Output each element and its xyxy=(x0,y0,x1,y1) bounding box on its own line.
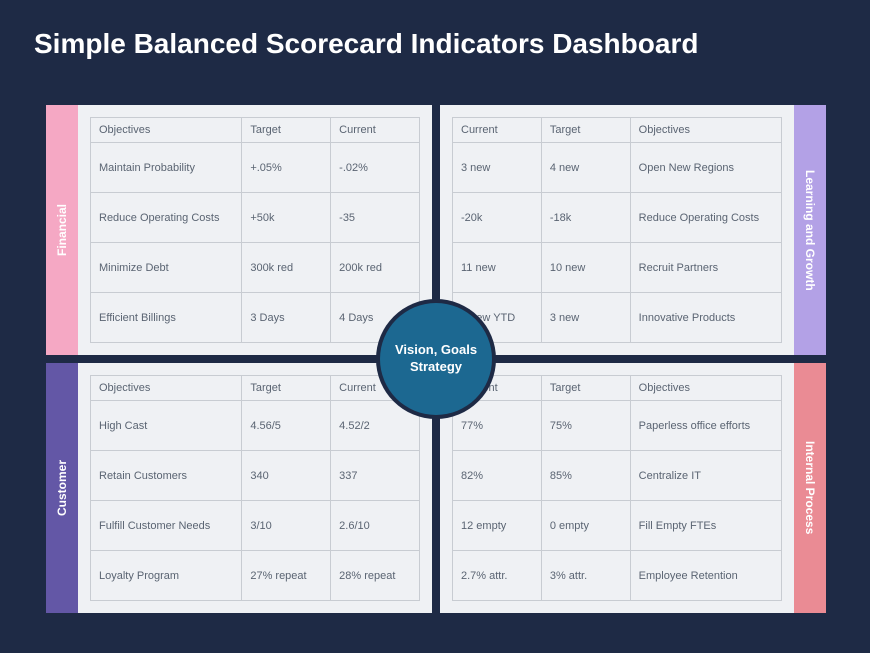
table-financial: Objectives Target Current Maintain Proba… xyxy=(90,117,420,343)
table-row: 11 new 10 new Recruit Partners xyxy=(453,243,782,293)
cell: Recruit Partners xyxy=(630,243,781,293)
cell: Centralize IT xyxy=(630,451,781,501)
table-wrap-financial: Objectives Target Current Maintain Proba… xyxy=(78,105,432,355)
cell: 3/10 xyxy=(242,501,331,551)
quad-financial: Financial Objectives Target Current Main… xyxy=(46,105,432,355)
cell: -18k xyxy=(541,193,630,243)
table-row: High Cast 4.56/5 4.52/2 xyxy=(91,401,420,451)
cell: Minimize Debt xyxy=(91,243,242,293)
cell: 3 new xyxy=(453,143,542,193)
cell: 75% xyxy=(541,401,630,451)
table-row: 82% 85% Centralize IT xyxy=(453,451,782,501)
cell: Fulfill Customer Needs xyxy=(91,501,242,551)
th: Target xyxy=(242,376,331,401)
cell: Innovative Products xyxy=(630,293,781,343)
table-row: 0 new YTD 3 new Innovative Products xyxy=(453,293,782,343)
table-row: Reduce Operating Costs +50k -35 xyxy=(91,193,420,243)
cell: Open New Regions xyxy=(630,143,781,193)
cell: High Cast xyxy=(91,401,242,451)
cell: 4 Days xyxy=(331,293,420,343)
th: Current xyxy=(331,376,420,401)
table-row: Loyalty Program 27% repeat 28% repeat xyxy=(91,551,420,601)
cell: 340 xyxy=(242,451,331,501)
tab-learning: Learning and Growth xyxy=(794,105,826,355)
cell: +50k xyxy=(242,193,331,243)
cell: 4.56/5 xyxy=(242,401,331,451)
th: Objectives xyxy=(91,118,242,143)
table-learning: Current Target Objectives 3 new 4 new Op… xyxy=(452,117,782,343)
cell: 77% xyxy=(453,401,542,451)
table-row: -20k -18k Reduce Operating Costs xyxy=(453,193,782,243)
th: Current xyxy=(453,376,542,401)
page-title: Simple Balanced Scorecard Indicators Das… xyxy=(34,28,698,60)
table-customer: Objectives Target Current High Cast 4.56… xyxy=(90,375,420,601)
th: Objectives xyxy=(91,376,242,401)
table-row: Minimize Debt 300k red 200k red xyxy=(91,243,420,293)
table-row: 3 new 4 new Open New Regions xyxy=(453,143,782,193)
cell: -20k xyxy=(453,193,542,243)
cell: 3 new xyxy=(541,293,630,343)
table-row: Maintain Probability +.05% -.02% xyxy=(91,143,420,193)
table-row: Retain Customers 340 337 xyxy=(91,451,420,501)
cell: Reduce Operating Costs xyxy=(630,193,781,243)
cell: 12 empty xyxy=(453,501,542,551)
cell: 4 new xyxy=(541,143,630,193)
th: Current xyxy=(453,118,542,143)
cell: Maintain Probability xyxy=(91,143,242,193)
cell: 28% repeat xyxy=(331,551,420,601)
table-wrap-learning: Current Target Objectives 3 new 4 new Op… xyxy=(440,105,794,355)
tab-financial: Financial xyxy=(46,105,78,355)
table-wrap-customer: Objectives Target Current High Cast 4.56… xyxy=(78,363,432,613)
cell: 11 new xyxy=(453,243,542,293)
quad-learning: Current Target Objectives 3 new 4 new Op… xyxy=(440,105,826,355)
cell: Employee Retention xyxy=(630,551,781,601)
cell: 10 new xyxy=(541,243,630,293)
table-internal: Current Target Objectives 77% 75% Paperl… xyxy=(452,375,782,601)
cell: 85% xyxy=(541,451,630,501)
cell: 27% repeat xyxy=(242,551,331,601)
tab-customer: Customer xyxy=(46,363,78,613)
cell: 0 empty xyxy=(541,501,630,551)
cell: +.05% xyxy=(242,143,331,193)
cell: 337 xyxy=(331,451,420,501)
th: Target xyxy=(541,118,630,143)
cell: Paperless office efforts xyxy=(630,401,781,451)
table-wrap-internal: Current Target Objectives 77% 75% Paperl… xyxy=(440,363,794,613)
cell: Efficient Billings xyxy=(91,293,242,343)
cell: 200k red xyxy=(331,243,420,293)
cell: 4.52/2 xyxy=(331,401,420,451)
th: Objectives xyxy=(630,376,781,401)
table-row: 77% 75% Paperless office efforts xyxy=(453,401,782,451)
cell: -35 xyxy=(331,193,420,243)
cell: 300k red xyxy=(242,243,331,293)
table-row: Efficient Billings 3 Days 4 Days xyxy=(91,293,420,343)
cell: -.02% xyxy=(331,143,420,193)
cell: 2.7% attr. xyxy=(453,551,542,601)
quad-internal: Current Target Objectives 77% 75% Paperl… xyxy=(440,363,826,613)
cell: Fill Empty FTEs xyxy=(630,501,781,551)
th: Target xyxy=(541,376,630,401)
tab-internal: Internal Process xyxy=(794,363,826,613)
th: Current xyxy=(331,118,420,143)
cell: 3% attr. xyxy=(541,551,630,601)
cell: 2.6/10 xyxy=(331,501,420,551)
scorecard-grid: Financial Objectives Target Current Main… xyxy=(46,105,826,613)
table-row: Fulfill Customer Needs 3/10 2.6/10 xyxy=(91,501,420,551)
cell: Retain Customers xyxy=(91,451,242,501)
table-row: 12 empty 0 empty Fill Empty FTEs xyxy=(453,501,782,551)
cell: 82% xyxy=(453,451,542,501)
th: Target xyxy=(242,118,331,143)
cell: 0 new YTD xyxy=(453,293,542,343)
th: Objectives xyxy=(630,118,781,143)
table-row: 2.7% attr. 3% attr. Employee Retention xyxy=(453,551,782,601)
cell: Reduce Operating Costs xyxy=(91,193,242,243)
cell: 3 Days xyxy=(242,293,331,343)
quad-customer: Customer Objectives Target Current High … xyxy=(46,363,432,613)
cell: Loyalty Program xyxy=(91,551,242,601)
